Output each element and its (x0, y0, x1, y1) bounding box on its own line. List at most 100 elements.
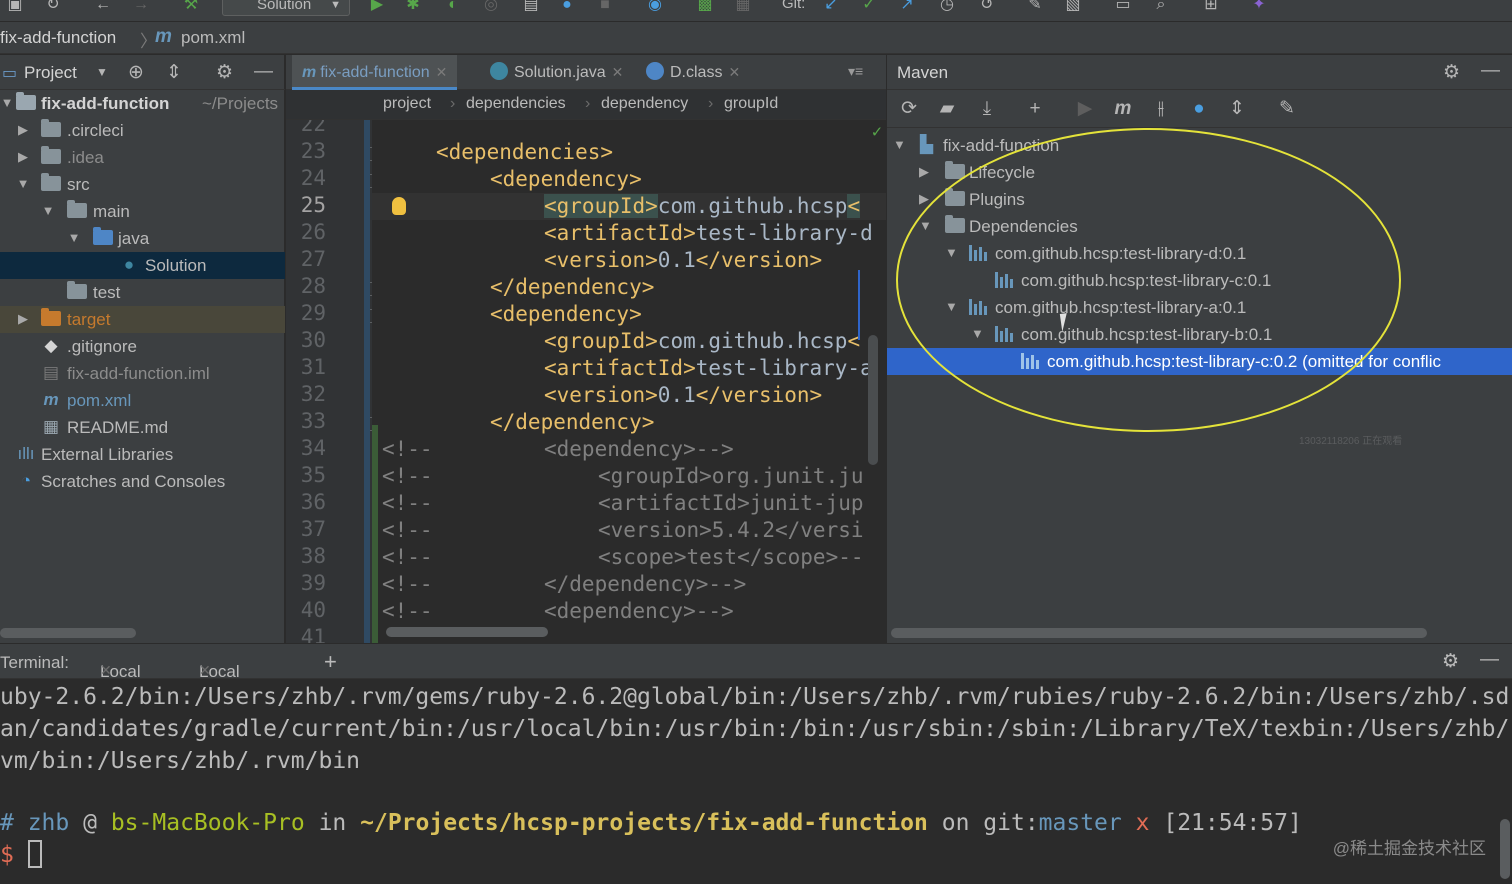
tree-item-target[interactable]: ▶ target (0, 306, 285, 333)
tree-item-readme[interactable]: ▦ README.md (0, 414, 285, 441)
hide-icon[interactable]: — (1480, 649, 1499, 671)
run-configuration-select[interactable]: Solution ▼ (222, 0, 350, 16)
lightbulb-icon[interactable] (392, 197, 406, 215)
locate-icon[interactable]: ⊕ (128, 61, 144, 84)
layout-icon[interactable]: ▭ (1114, 0, 1132, 14)
new-terminal-icon[interactable]: + (324, 649, 337, 675)
tree-item-main[interactable]: ▼ main (0, 198, 285, 225)
close-icon[interactable]: ✕ (728, 64, 740, 80)
stop-icon[interactable]: ■ (596, 0, 614, 14)
comment-marker: <!-- (382, 599, 433, 623)
git-commit-icon[interactable]: ✓ (860, 0, 878, 14)
tree-item-src[interactable]: ▼ src (0, 171, 285, 198)
breadcrumb-item[interactable]: dependency (601, 95, 688, 113)
collapse-all-icon[interactable]: ⇕ (166, 61, 182, 84)
comment-line: <dependency>--> (544, 599, 734, 623)
tab-list-icon[interactable]: ▾≡ (848, 63, 863, 80)
tab-pom[interactable]: m fix-add-function ✕ (292, 55, 458, 90)
tree-item-root[interactable]: ▼ fix-add-function ~/Projects (0, 90, 285, 117)
structure-icon[interactable]: ▧ (1064, 0, 1082, 14)
back-icon[interactable]: ← (94, 0, 112, 14)
nav-file[interactable]: pom.xml (181, 28, 245, 48)
close-icon[interactable]: ✕ (100, 662, 112, 679)
git-update-icon[interactable]: ↙ (822, 0, 840, 14)
save-icon[interactable]: ▣ (6, 0, 24, 14)
run-icon[interactable]: ▶ (1073, 98, 1097, 120)
tree-item-idea[interactable]: ▶ .idea (0, 144, 285, 171)
terminal-input-line[interactable]: $ (0, 839, 42, 871)
vcs-icon[interactable]: ⊞ (1202, 0, 1220, 14)
debug-icon[interactable]: ✱ (404, 0, 422, 14)
sync-icon[interactable]: ↻ (44, 0, 62, 14)
download-icon[interactable]: ⤓ (975, 98, 999, 120)
collapse-all-icon[interactable]: ⇕ (1225, 98, 1249, 120)
hide-icon[interactable]: — (1481, 60, 1500, 82)
tree-item-pom[interactable]: m pom.xml (0, 387, 285, 414)
project-view-select[interactable]: Project (24, 63, 77, 83)
toggle-offline-icon[interactable]: ⫲ (1149, 98, 1173, 120)
breadcrumb-item[interactable]: dependencies (466, 95, 566, 113)
expanded-arrow-icon[interactable]: ▼ (67, 230, 81, 245)
terminal-scrollbar[interactable] (1500, 819, 1510, 879)
build-hammer-icon[interactable]: ⚒ (182, 0, 200, 14)
horizontal-scrollbar[interactable] (0, 628, 136, 638)
execute-goal-icon[interactable]: m (1111, 98, 1135, 120)
horizontal-scrollbar[interactable] (891, 628, 1427, 638)
ai-assistant-icon[interactable]: ✦ (1250, 0, 1268, 14)
tab-d-class[interactable]: D.class ✕ (638, 55, 748, 90)
update-icon[interactable]: ● (558, 0, 576, 14)
tree-item-test[interactable]: test (0, 279, 285, 306)
gear-icon[interactable]: ⚙ (216, 61, 233, 84)
coverage-icon[interactable]: ◐ (444, 0, 462, 14)
skip-tests-icon[interactable]: ● (1187, 98, 1211, 120)
android-icon[interactable]: ▩ (696, 0, 714, 14)
hide-icon[interactable]: — (254, 61, 273, 83)
gear-icon[interactable]: ⚙ (1442, 650, 1459, 673)
tree-item-iml[interactable]: ▤ fix-add-function.iml (0, 360, 285, 387)
tab-solution-java[interactable]: Solution.java ✕ (482, 55, 631, 90)
nav-project[interactable]: fix-add-function (0, 28, 116, 48)
add-icon[interactable]: + (1023, 98, 1047, 120)
forward-icon[interactable]: → (132, 0, 150, 14)
vcs-added-marker (372, 425, 378, 643)
wrench-icon[interactable]: ✎ (1026, 0, 1044, 14)
wrench-icon[interactable]: ✎ (1275, 98, 1299, 120)
tree-item-circleci[interactable]: ▶ .circleci (0, 117, 285, 144)
close-icon[interactable]: ✕ (199, 662, 211, 679)
reload-icon[interactable]: ⟳ (897, 98, 921, 120)
vertical-scrollbar[interactable] (868, 335, 878, 465)
collapsed-arrow-icon[interactable]: ▶ (16, 149, 30, 165)
expanded-arrow-icon[interactable]: ▼ (893, 137, 906, 152)
expanded-arrow-icon[interactable]: ▼ (0, 95, 14, 110)
history-icon[interactable]: ◷ (938, 0, 956, 14)
breadcrumb-item[interactable]: project (383, 95, 431, 113)
plugin-icon[interactable]: ◉ (646, 0, 664, 14)
chevron-down-icon[interactable]: ▼ (96, 65, 108, 79)
horizontal-scrollbar[interactable] (386, 627, 548, 637)
tree-item-gitignore[interactable]: ◆ .gitignore (0, 333, 285, 360)
collapsed-arrow-icon[interactable]: ▶ (919, 164, 929, 180)
breadcrumb-item[interactable]: groupId (724, 95, 778, 113)
expanded-arrow-icon[interactable]: ▼ (16, 176, 30, 191)
expanded-arrow-icon[interactable]: ▼ (41, 203, 55, 218)
close-icon[interactable]: ✕ (612, 64, 624, 80)
collapsed-arrow-icon[interactable]: ▶ (16, 122, 30, 138)
tree-item-java[interactable]: ▼ java (0, 225, 285, 252)
rollback-icon[interactable]: ↺ (978, 0, 996, 14)
sdk-icon[interactable]: ▦ (734, 0, 752, 14)
chevron-down-icon: ▼ (330, 0, 341, 11)
tree-item-solution[interactable]: ● Solution (0, 252, 285, 279)
tree-item-scratches[interactable]: ◔ Scratches and Consoles (0, 468, 285, 495)
close-icon[interactable]: ✕ (436, 64, 448, 80)
code-editor[interactable]: ✓ <dependencies> <dependency> <groupId>c… (372, 120, 886, 643)
attach-icon[interactable]: ▤ (522, 0, 540, 14)
run-icon[interactable]: ▶ (368, 0, 386, 14)
gear-icon[interactable]: ⚙ (1443, 61, 1460, 84)
terminal-output[interactable]: uby-2.6.2/bin:/Users/zhb/.rvm/gems/ruby-… (0, 679, 1512, 884)
tree-item-external-libraries[interactable]: ıllı External Libraries (0, 441, 285, 468)
profile-icon[interactable]: ◎ (482, 0, 500, 14)
git-push-icon[interactable]: ↗ (898, 0, 916, 14)
generate-sources-icon[interactable]: ▰ (935, 98, 959, 120)
search-icon[interactable]: ⌕ (1152, 0, 1170, 14)
collapsed-arrow-icon[interactable]: ▶ (16, 311, 30, 327)
